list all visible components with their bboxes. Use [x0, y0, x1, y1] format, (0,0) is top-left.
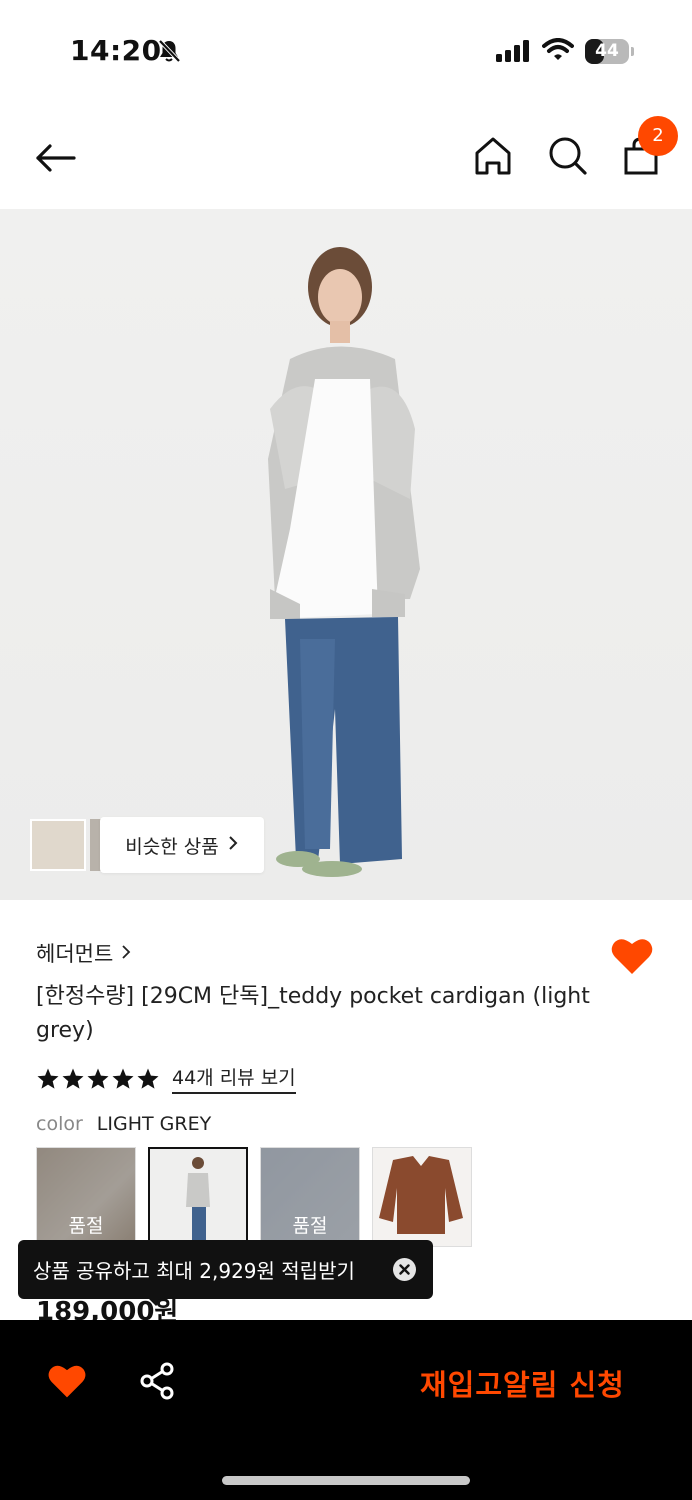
similar-products-label: 비슷한 상품 [125, 835, 219, 858]
restock-alert-button[interactable]: 재입고알림 신청 [420, 1362, 625, 1404]
arrow-left-icon[interactable] [34, 136, 78, 184]
heart-icon[interactable] [610, 936, 654, 980]
share-icon[interactable] [139, 1362, 177, 1404]
bell-slash-icon [156, 38, 182, 68]
color-swatches: 품절 품절 [36, 1147, 472, 1247]
sold-out-overlay: 품절 [261, 1148, 359, 1246]
search-icon[interactable] [547, 135, 589, 181]
similar-products-button[interactable]: 비슷한 상품 [100, 817, 264, 873]
gallery-thumbnail[interactable] [30, 819, 86, 871]
chevron-right-icon [227, 834, 239, 857]
home-icon[interactable] [473, 135, 513, 181]
status-bar: 14:20 44 [0, 0, 692, 100]
wifi-icon [542, 38, 574, 66]
swatch-model-thumbnail [186, 1157, 210, 1241]
battery-level: 44 [595, 41, 619, 61]
product-price: 189,000원 [36, 1297, 179, 1320]
star-icon [112, 1068, 134, 1089]
color-selector: color LIGHT GREY [36, 1113, 211, 1135]
chevron-right-icon [121, 941, 131, 965]
rating-stars [36, 1067, 160, 1091]
swatch-cardigan-thumbnail [379, 1156, 463, 1234]
color-swatch[interactable] [372, 1147, 472, 1247]
model-photo [268, 247, 420, 877]
color-value: LIGHT GREY [96, 1113, 212, 1135]
close-icon[interactable] [393, 1258, 416, 1281]
status-time: 14:20 [70, 34, 162, 67]
color-swatch[interactable]: 품절 [260, 1147, 360, 1247]
color-swatch-selected[interactable] [148, 1147, 248, 1247]
star-icon [137, 1068, 159, 1089]
color-label: color [36, 1113, 83, 1135]
share-reward-tooltip[interactable]: 상품 공유하고 최대 2,929원 적립받기 [18, 1240, 433, 1306]
home-indicator [222, 1476, 470, 1485]
sold-out-overlay: 품절 [37, 1148, 135, 1246]
rating-row: 44개 리뷰 보기 [36, 1063, 296, 1094]
bottom-action-bar: 재입고알림 신청 [0, 1320, 692, 1500]
top-navigation: 2 [0, 110, 692, 206]
heart-icon[interactable] [47, 1362, 87, 1404]
star-icon [62, 1068, 84, 1089]
product-title: [한정수량] [29CM 단독]_teddy pocket cardigan (… [36, 984, 590, 1043]
tooltip-text: 상품 공유하고 최대 2,929원 적립받기 [33, 1259, 355, 1283]
product-image[interactable]: 비슷한 상품 [0, 209, 692, 900]
brand-link[interactable]: 헤더먼트 [36, 938, 131, 968]
color-swatch[interactable]: 품절 [36, 1147, 136, 1247]
signal-icon [496, 40, 532, 66]
brand-name: 헤더먼트 [36, 942, 114, 966]
star-icon [37, 1068, 59, 1089]
star-icon [87, 1068, 109, 1089]
cart-count-badge: 2 [638, 116, 678, 156]
review-link[interactable]: 44개 리뷰 보기 [172, 1063, 296, 1094]
battery-icon: 44 [585, 39, 634, 64]
